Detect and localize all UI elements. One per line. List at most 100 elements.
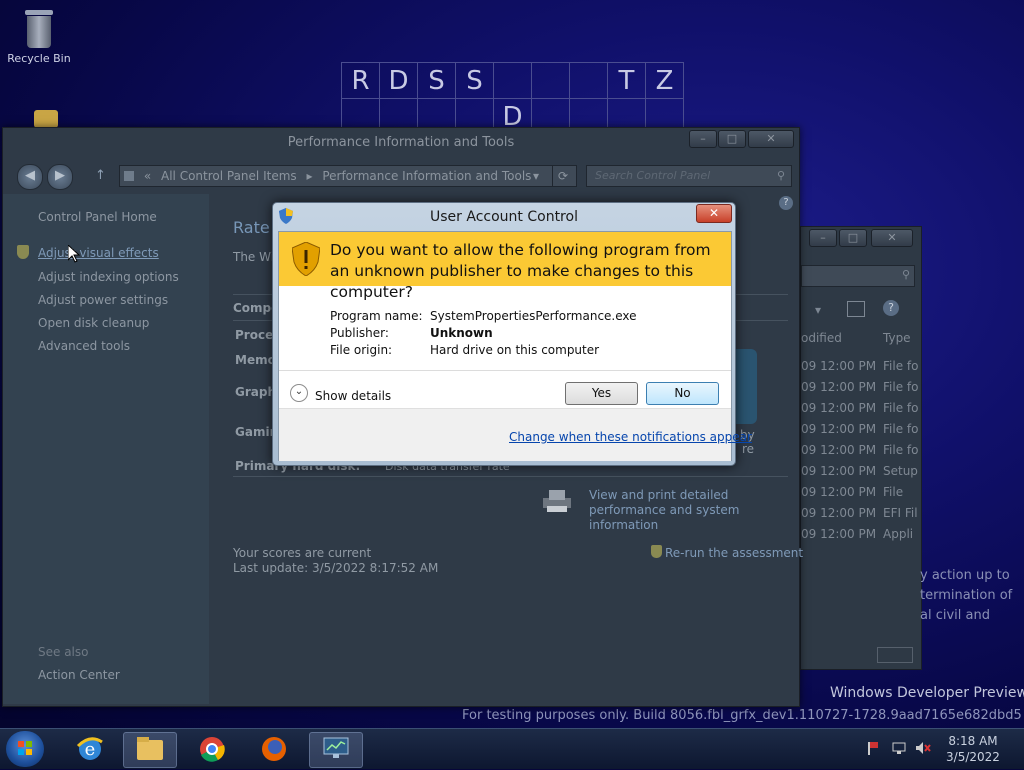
show-details-chevron-icon[interactable]: ⌄ (290, 384, 308, 402)
recycle-bin-label: Recycle Bin (7, 52, 71, 65)
clock-time: 8:18 AM (948, 734, 998, 748)
forward-button[interactable]: ▶ (47, 164, 73, 190)
control-panel-home-link[interactable]: Control Panel Home (38, 210, 157, 224)
change-notifications-link[interactable]: Change when these notifications appear (509, 430, 752, 444)
file-date-cell: 09 12:00 PM (801, 506, 877, 520)
action-center-flag-icon[interactable] (866, 741, 880, 755)
refresh-icon[interactable]: ⟳ (552, 166, 568, 186)
no-button[interactable]: No (646, 382, 719, 405)
file-date-cell: 09 12:00 PM (801, 464, 877, 478)
view-dropdown-icon[interactable]: ▾ (815, 303, 821, 317)
file-type-cell: File fo (883, 401, 919, 415)
search-input[interactable]: Search Control Panel ⚲ (586, 165, 792, 187)
warning-shield-icon (292, 242, 320, 276)
file-list-row[interactable]: 09 12:00 PM File fo (801, 422, 921, 440)
minimize-button[interactable]: – (689, 130, 717, 148)
network-icon[interactable] (892, 741, 906, 755)
back-button[interactable]: ◀ (17, 164, 43, 190)
shield-icon (17, 245, 29, 259)
advanced-tools-link[interactable]: Advanced tools (38, 339, 130, 353)
up-arrow-icon[interactable]: ↑ (95, 168, 106, 183)
rerun-assessment-link[interactable]: Re-run the assessment (665, 546, 803, 560)
view-toggle-icon[interactable] (877, 647, 913, 663)
taskbar-internet-explorer[interactable]: e (64, 732, 116, 766)
file-type-cell: EFI Fil (883, 506, 918, 520)
component-memory: Memo (235, 353, 276, 367)
publisher-label: Publisher: (330, 326, 389, 340)
help-icon[interactable]: ? (779, 196, 793, 210)
background-text: y action up to termination of al civil a… (920, 568, 1013, 623)
windows-logo-icon (18, 741, 32, 755)
file-explorer-window: – □ ✕ ⚲ ▾ ? odified Type 09 12:00 PM File… (800, 226, 922, 670)
yes-button[interactable]: Yes (565, 382, 638, 405)
adjust-visual-effects-link[interactable]: Adjust visual effects (38, 246, 159, 260)
file-list-row[interactable]: 09 12:00 PM Appli (801, 527, 921, 545)
dropdown-arrow-icon[interactable]: ▾ (533, 166, 539, 186)
firefox-icon (262, 737, 286, 761)
file-list-row[interactable]: 09 12:00 PM Setup (801, 464, 921, 482)
help-icon[interactable]: ? (883, 300, 899, 316)
folder-icon (137, 737, 163, 760)
adjust-power-settings-link[interactable]: Adjust power settings (38, 293, 168, 307)
see-also-label: See also (38, 645, 89, 659)
warning-banner: Do you want to allow the following progr… (279, 232, 731, 301)
adjust-indexing-options-link[interactable]: Adjust indexing options (38, 270, 179, 284)
breadcrumb-current[interactable]: Performance Information and Tools (322, 169, 531, 183)
column-date-modified[interactable]: odified (801, 331, 842, 345)
file-type-cell: File fo (883, 380, 919, 394)
show-details-toggle[interactable]: Show details (315, 389, 391, 403)
volume-muted-icon[interactable] (915, 741, 931, 755)
breadcrumb-separator-icon: ▸ (306, 169, 313, 183)
action-center-link[interactable]: Action Center (38, 668, 120, 682)
search-icon: ⚲ (776, 169, 785, 182)
file-date-cell: 09 12:00 PM (801, 380, 877, 394)
file-type-cell: Setup (883, 464, 918, 478)
taskbar-file-explorer[interactable] (123, 732, 177, 768)
internet-explorer-icon: e (76, 737, 103, 760)
file-date-cell: 09 12:00 PM (801, 527, 877, 541)
file-type-cell: File fo (883, 422, 919, 436)
open-disk-cleanup-link[interactable]: Open disk cleanup (38, 316, 149, 330)
performance-monitor-icon (323, 737, 349, 758)
minimize-button[interactable]: – (809, 229, 837, 247)
file-type-cell: Appli (883, 527, 914, 541)
start-button[interactable] (6, 731, 44, 767)
file-date-cell: 09 12:00 PM (801, 443, 877, 457)
file-list-row[interactable]: 09 12:00 PM File fo (801, 359, 921, 377)
file-type-cell: File fo (883, 359, 919, 373)
breadcrumb-all-items[interactable]: All Control Panel Items (161, 169, 297, 183)
watermark-title: Windows Developer Preview (830, 685, 1024, 701)
maximize-button[interactable]: □ (718, 130, 746, 148)
search-box[interactable]: ⚲ (801, 265, 915, 287)
taskbar-chrome[interactable] (186, 732, 238, 766)
file-list-row[interactable]: 09 12:00 PM File fo (801, 380, 921, 398)
file-list-row[interactable]: 09 12:00 PM File (801, 485, 921, 503)
close-button[interactable]: ✕ (871, 229, 913, 247)
column-type[interactable]: Type (883, 331, 911, 345)
recycle-bin-shortcut[interactable]: Recycle Bin (6, 6, 72, 65)
address-bar[interactable]: « All Control Panel Items ▸ Performance … (119, 165, 577, 187)
system-clock[interactable]: 8:18 AM 3/5/2022 (940, 733, 1006, 765)
publisher-value: Unknown (430, 326, 493, 340)
printer-icon (539, 488, 575, 514)
maximize-button[interactable]: □ (839, 229, 867, 247)
file-list-row[interactable]: 09 12:00 PM EFI Fil (801, 506, 921, 524)
mouse-cursor-icon (68, 245, 80, 263)
close-button[interactable]: ✕ (748, 130, 794, 148)
svg-text:e: e (85, 739, 96, 760)
close-button[interactable]: ✕ (696, 204, 732, 223)
dialog-body: Do you want to allow the following progr… (278, 231, 752, 461)
preview-pane-icon[interactable] (847, 301, 865, 317)
recycle-bin-icon (24, 8, 54, 48)
program-name-value: SystemPropertiesPerformance.exe (430, 309, 637, 323)
file-list-row[interactable]: 09 12:00 PM File fo (801, 443, 921, 461)
file-date-cell: 09 12:00 PM (801, 401, 877, 415)
watermark-build: For testing purposes only. Build 8056.fb… (462, 708, 1022, 723)
file-list-row[interactable]: 09 12:00 PM File fo (801, 401, 921, 419)
taskbar-control-panel[interactable] (309, 732, 363, 768)
taskbar-firefox[interactable] (248, 732, 300, 766)
desktop-shortcut-icon[interactable] (34, 110, 58, 128)
view-print-details-link[interactable]: View and print detailed performance and … (589, 488, 789, 533)
file-date-cell: 09 12:00 PM (801, 359, 877, 373)
background-puzzle-grid: RDSSTZ D (341, 62, 684, 135)
